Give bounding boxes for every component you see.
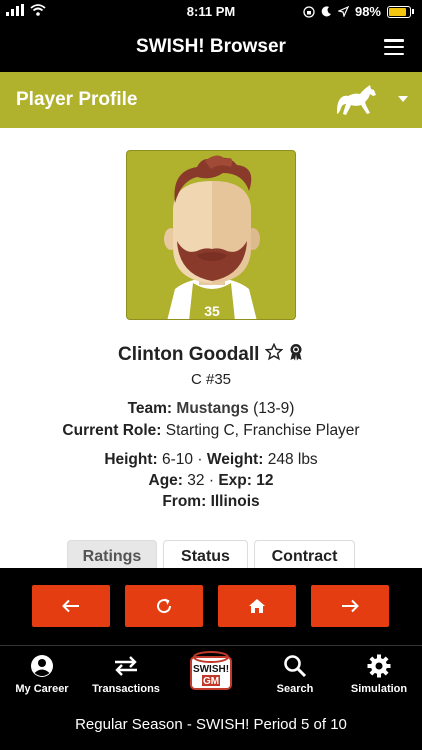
swap-arrows-icon: [115, 656, 137, 676]
refresh-icon: [157, 598, 172, 614]
battery-percent: 98%: [354, 4, 381, 19]
separator-dot: ·: [197, 451, 203, 468]
player-name: Clinton Goodall: [118, 344, 260, 366]
swish-gm-logo: SWISH! GM: [190, 651, 232, 690]
home-button[interactable]: [218, 585, 296, 627]
battery-icon: [387, 5, 411, 18]
height-value: 6-10: [162, 451, 194, 468]
nav-label: Search: [276, 683, 314, 695]
exp-value: 12: [256, 472, 274, 489]
player-face: 35: [126, 150, 296, 320]
role-value: Starting C, Franchise Player: [165, 422, 360, 439]
player-avatar: 35: [164, 155, 260, 319]
location-icon: [337, 6, 349, 17]
team-link[interactable]: Mustangs: [176, 400, 248, 417]
arrow-right-icon: [342, 599, 359, 613]
lock-rotation-icon: [303, 5, 315, 18]
app-title: SWISH! Browser: [136, 36, 286, 57]
nav-label: My Career: [15, 683, 69, 695]
profile-bar: Player Profile: [0, 72, 422, 128]
bottom-tab-bar: My Career Transactions SWISH! GM Search: [0, 645, 422, 705]
menu-icon[interactable]: [384, 39, 404, 55]
account-circle-icon: [31, 655, 53, 677]
nav-my-career[interactable]: My Career: [0, 652, 84, 695]
team-label: Team:: [127, 400, 173, 417]
weight-value: 248 lbs: [267, 451, 318, 468]
season-status-footer: Regular Season - SWISH! Period 5 of 10: [0, 705, 422, 750]
action-bar: [0, 568, 422, 645]
age-label: Age:: [148, 472, 183, 489]
nav-transactions[interactable]: Transactions: [84, 652, 168, 695]
status-right: 98%: [303, 4, 414, 19]
mustang-logo-icon[interactable]: [334, 81, 380, 119]
height-label: Height:: [104, 451, 158, 468]
nav-label: Transactions: [92, 683, 160, 695]
arrow-left-icon: [62, 599, 79, 613]
logo-text-bottom: GM: [203, 676, 219, 687]
exp-label: Exp:: [218, 472, 252, 489]
search-icon: [284, 655, 307, 678]
app-header: SWISH! Browser: [0, 22, 422, 72]
nav-label: Simulation: [350, 683, 408, 695]
nav-swish-home[interactable]: SWISH! GM: [169, 649, 253, 696]
battery-tip: [412, 9, 414, 14]
home-icon: [249, 599, 265, 613]
age-value: 32: [187, 472, 205, 489]
from-label: From:: [162, 493, 207, 510]
refresh-button[interactable]: [125, 585, 203, 627]
back-button[interactable]: [32, 585, 110, 627]
player-name-row: Clinton Goodall: [0, 342, 422, 367]
weight-label: Weight:: [206, 451, 264, 468]
age-exp-line: Age: 32 · Exp: 12: [0, 472, 422, 490]
nav-search[interactable]: Search: [253, 652, 337, 695]
position-number: C #35: [190, 371, 232, 388]
status-bar: 8:11 PM 98%: [0, 0, 422, 22]
height-weight-line: Height: 6-10 · Weight: 248 lbs: [0, 451, 422, 469]
forward-button[interactable]: [311, 585, 389, 627]
moon-icon: [321, 6, 331, 17]
separator-dot: ·: [208, 472, 215, 489]
team-line: Team: Mustangs (13-9): [0, 400, 422, 418]
chevron-down-icon[interactable]: [398, 96, 408, 102]
page-title: Player Profile: [16, 89, 138, 110]
from-value: Illinois: [210, 493, 260, 510]
ribbon-award-icon[interactable]: [288, 343, 304, 367]
role-line: Current Role: Starting C, Franchise Play…: [0, 422, 422, 440]
star-icon[interactable]: [264, 342, 284, 367]
role-label: Current Role:: [62, 422, 162, 439]
nav-simulation[interactable]: Simulation: [337, 652, 421, 695]
gear-icon: [367, 654, 391, 678]
jersey-number: 35: [204, 303, 220, 319]
team-record: (13-9): [253, 400, 295, 417]
logo-text-top: SWISH!: [193, 664, 229, 675]
from-line: From: Illinois: [0, 493, 422, 511]
